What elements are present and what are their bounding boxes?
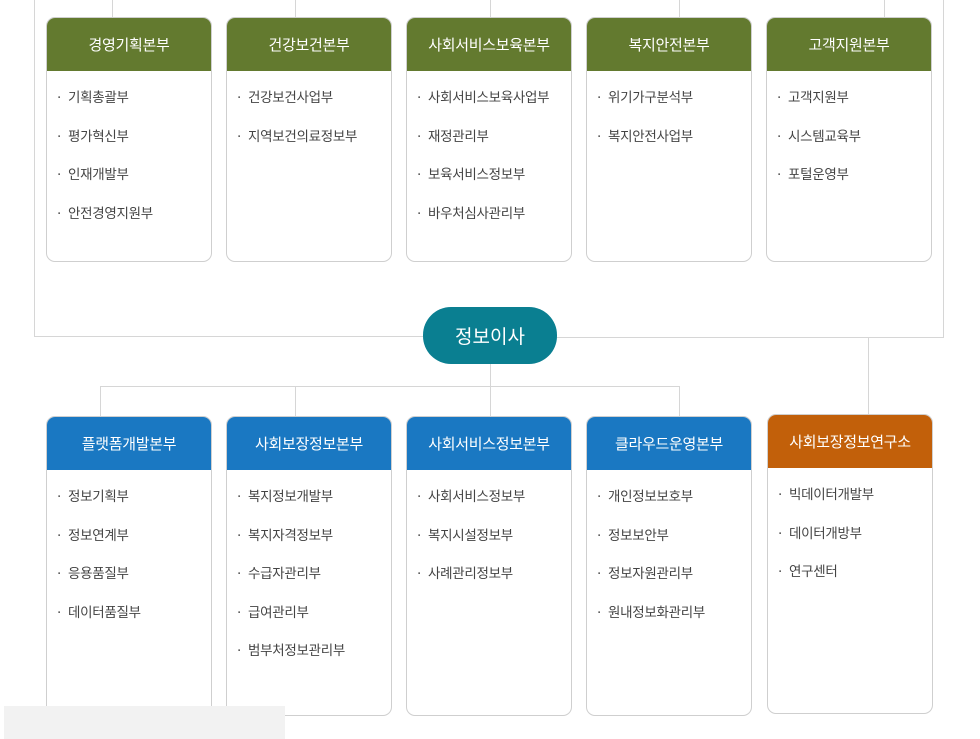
division-title: 사회보장정보본부 — [227, 417, 391, 470]
department-item: 포털운영부 — [777, 164, 931, 203]
division-card-social-security-info: 사회보장정보본부 복지정보개발부 복지자격정보부 수급자관리부 급여관리부 범부… — [226, 416, 392, 716]
department-list: 기획총괄부 평가혁신부 인재개발부 안전경영지원부 — [47, 71, 211, 241]
department-list: 고객지원부 시스템교육부 포털운영부 — [767, 71, 931, 203]
department-item: 재정관리부 — [417, 126, 571, 165]
department-item: 시스템교육부 — [777, 126, 931, 165]
division-card-social-service-childcare: 사회서비스보육본부 사회서비스보육사업부 재정관리부 보육서비스정보부 바우처심… — [406, 17, 572, 262]
department-list: 사회서비스보육사업부 재정관리부 보육서비스정보부 바우처심사관리부 — [407, 71, 571, 241]
division-title: 사회서비스정보본부 — [407, 417, 571, 470]
institute-card-research: 사회보장정보연구소 빅데이터개발부 데이터개방부 연구센터 — [767, 414, 933, 714]
department-item: 수급자관리부 — [237, 563, 391, 602]
department-list: 건강보건사업부 지역보건의료정보부 — [227, 71, 391, 164]
connector-institute-horizontal — [868, 337, 944, 338]
department-item: 보육서비스정보부 — [417, 164, 571, 203]
department-item: 평가혁신부 — [57, 126, 211, 165]
department-item: 사회서비스보육사업부 — [417, 87, 571, 126]
department-list: 개인정보보호부 정보보안부 정보자원관리부 원내정보화관리부 — [587, 470, 751, 640]
connector-bottom-bus — [100, 386, 680, 387]
department-item: 원내정보화관리부 — [597, 602, 751, 641]
connector-left-horizontal — [34, 336, 424, 337]
department-list: 복지정보개발부 복지자격정보부 수급자관리부 급여관리부 범부처정보관리부 — [227, 470, 391, 679]
department-item: 응용품질부 — [57, 563, 211, 602]
bottom-fade-overlay — [4, 706, 285, 739]
connector-top-stub-4 — [679, 0, 680, 17]
department-item: 고객지원부 — [777, 87, 931, 126]
connector-drop-2 — [295, 386, 296, 416]
department-item: 연구센터 — [778, 561, 932, 600]
connector-right-vertical — [943, 0, 944, 338]
division-title: 플랫폼개발본부 — [47, 417, 211, 470]
department-item: 건강보건사업부 — [237, 87, 391, 126]
division-card-social-service-info: 사회서비스정보본부 사회서비스정보부 복지시설정보부 사례관리정보부 — [406, 416, 572, 716]
division-card-cloud-operations: 클라우드운영본부 개인정보보호부 정보보안부 정보자원관리부 원내정보화관리부 — [586, 416, 752, 716]
department-item: 정보연계부 — [57, 525, 211, 564]
department-item: 정보보안부 — [597, 525, 751, 564]
department-item: 사례관리정보부 — [417, 563, 571, 602]
department-list: 사회서비스정보부 복지시설정보부 사례관리정보부 — [407, 470, 571, 602]
department-item: 빅데이터개발부 — [778, 484, 932, 523]
department-item: 데이터품질부 — [57, 602, 211, 641]
connector-top-stub-5 — [884, 0, 885, 17]
department-item: 정보기획부 — [57, 486, 211, 525]
department-item: 위기가구분석부 — [597, 87, 751, 126]
division-card-health: 건강보건본부 건강보건사업부 지역보건의료정보부 — [226, 17, 392, 262]
connector-top-stub-2 — [295, 0, 296, 17]
department-item: 복지안전사업부 — [597, 126, 751, 165]
department-item: 안전경영지원부 — [57, 203, 211, 242]
institute-title: 사회보장정보연구소 — [768, 415, 932, 468]
division-title: 사회서비스보육본부 — [407, 18, 571, 71]
department-item: 복지정보개발부 — [237, 486, 391, 525]
connector-drop-3 — [490, 386, 491, 416]
division-card-management: 경영기획본부 기획총괄부 평가혁신부 인재개발부 안전경영지원부 — [46, 17, 212, 262]
department-item: 기획총괄부 — [57, 87, 211, 126]
division-card-platform-dev: 플랫폼개발본부 정보기획부 정보연계부 응용품질부 데이터품질부 — [46, 416, 212, 716]
connector-drop-4 — [679, 386, 680, 416]
department-item: 복지자격정보부 — [237, 525, 391, 564]
connector-institute-vertical — [868, 337, 869, 414]
division-title: 복지안전본부 — [587, 18, 751, 71]
department-item: 인재개발부 — [57, 164, 211, 203]
department-item: 급여관리부 — [237, 602, 391, 641]
division-title: 클라우드운영본부 — [587, 417, 751, 470]
department-item: 지역보건의료정보부 — [237, 126, 391, 165]
division-card-customer-support: 고객지원본부 고객지원부 시스템교육부 포털운영부 — [766, 17, 932, 262]
center-node-cio: 정보이사 — [423, 307, 557, 364]
department-list: 빅데이터개발부 데이터개방부 연구센터 — [768, 468, 932, 600]
department-item: 데이터개방부 — [778, 523, 932, 562]
department-list: 위기가구분석부 복지안전사업부 — [587, 71, 751, 164]
division-title: 경영기획본부 — [47, 18, 211, 71]
connector-center-down — [490, 364, 491, 387]
department-item: 정보자원관리부 — [597, 563, 751, 602]
division-title: 건강보건본부 — [227, 18, 391, 71]
department-item: 개인정보보호부 — [597, 486, 751, 525]
connector-left-vertical — [34, 0, 35, 337]
division-title: 고객지원본부 — [767, 18, 931, 71]
connector-top-stub-1 — [112, 0, 113, 17]
connector-top-stub-3 — [490, 0, 491, 17]
division-card-welfare-safety: 복지안전본부 위기가구분석부 복지안전사업부 — [586, 17, 752, 262]
department-item: 바우처심사관리부 — [417, 203, 571, 242]
department-item: 복지시설정보부 — [417, 525, 571, 564]
connector-drop-1 — [100, 386, 101, 416]
department-list: 정보기획부 정보연계부 응용품질부 데이터품질부 — [47, 470, 211, 640]
department-item: 사회서비스정보부 — [417, 486, 571, 525]
department-item: 범부처정보관리부 — [237, 640, 391, 679]
